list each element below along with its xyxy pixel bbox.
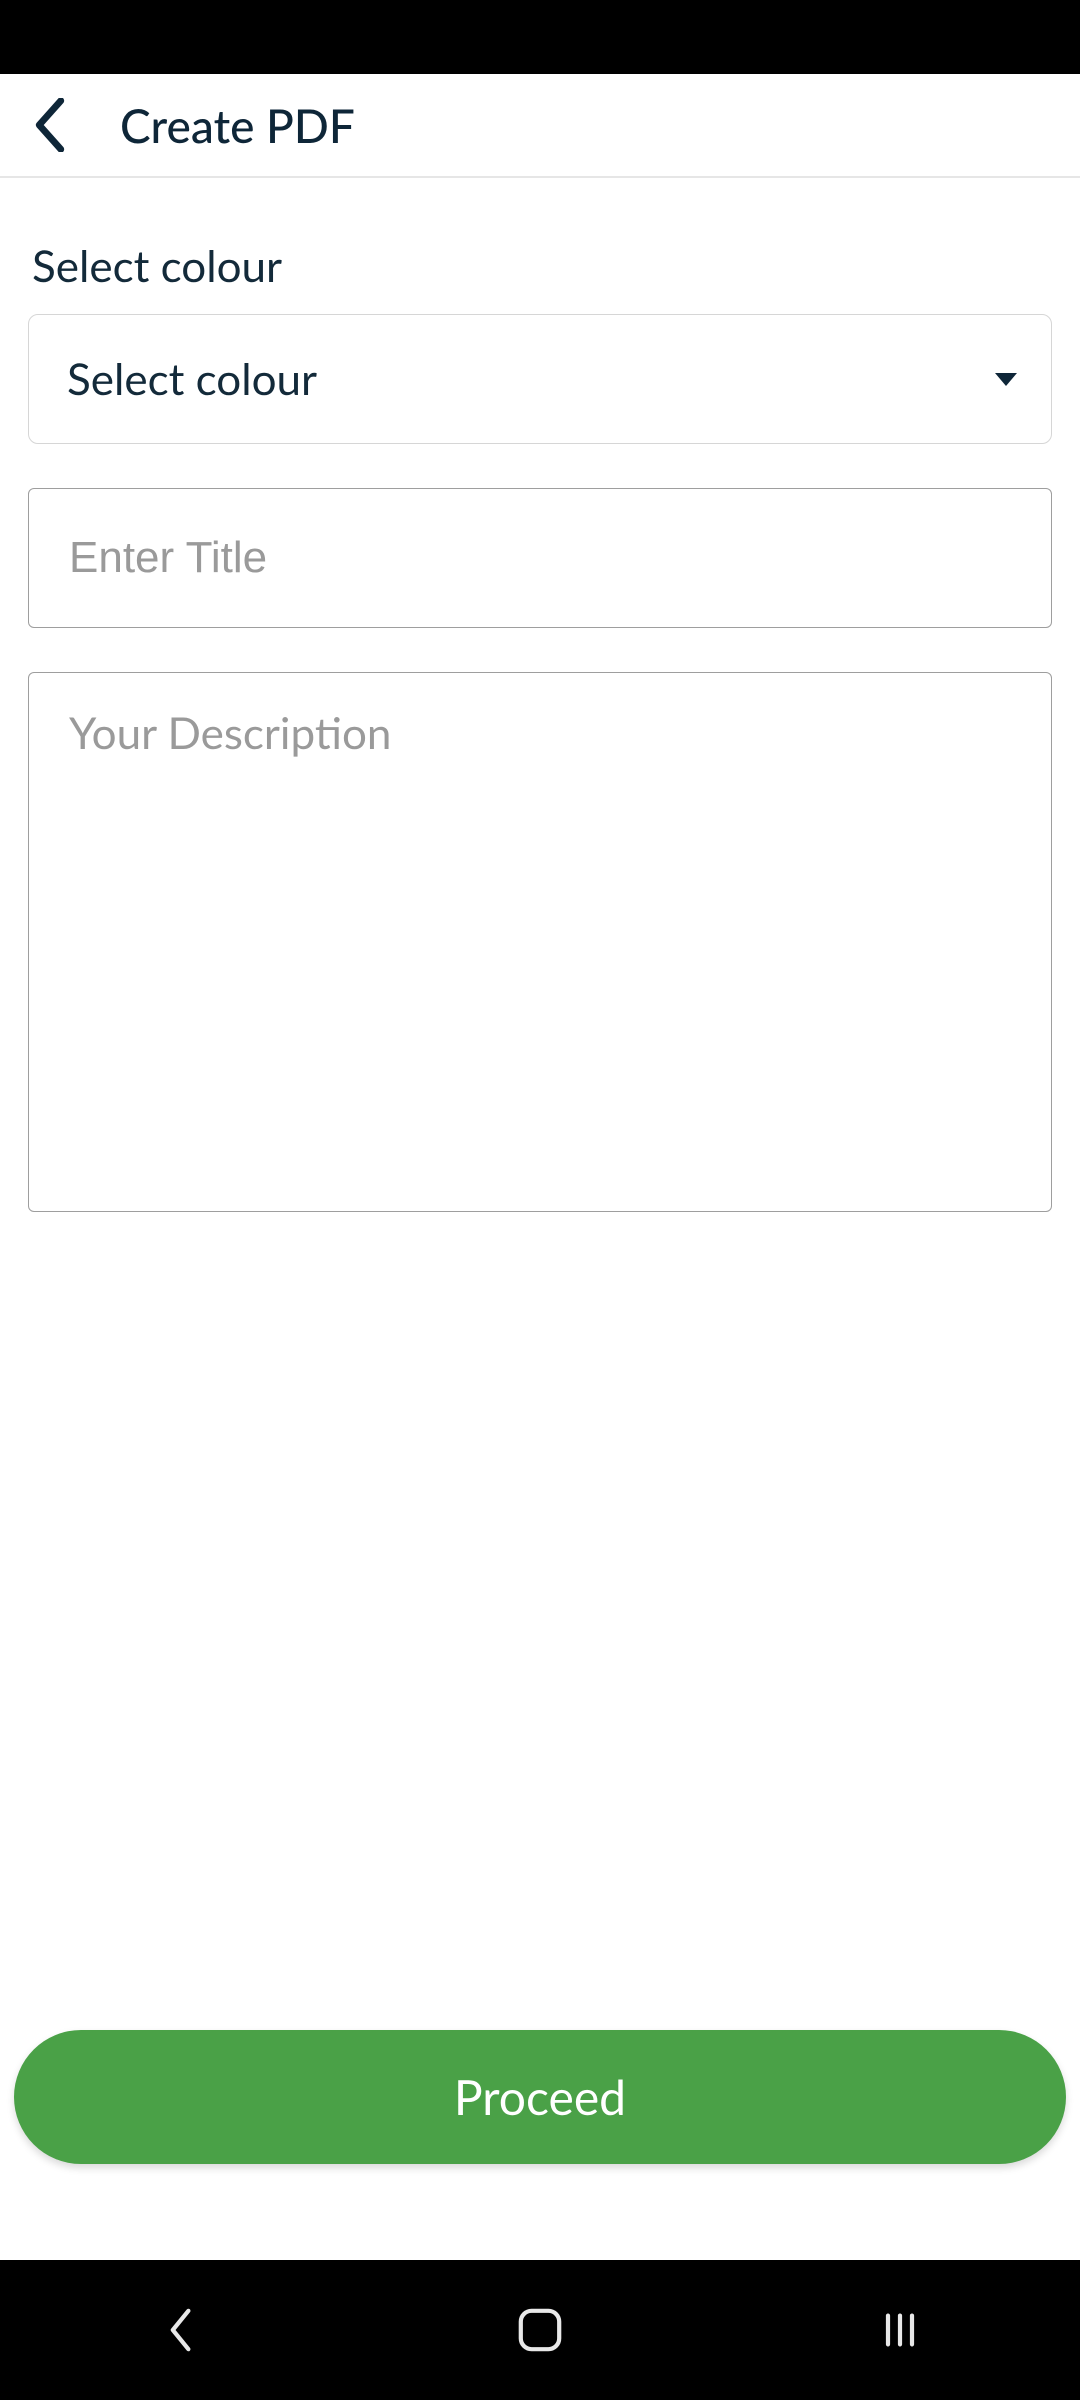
title-input[interactable]: [28, 488, 1052, 628]
bars-icon: [876, 2306, 924, 2354]
colour-select-value: Select colour: [67, 353, 317, 405]
form-content: Select colour Select colour: [0, 178, 1080, 1216]
colour-label: Select colour: [32, 240, 1052, 292]
app-header: Create PDF: [0, 74, 1080, 178]
page-title: Create PDF: [120, 98, 355, 153]
nav-recents-button[interactable]: [865, 2295, 935, 2365]
back-button[interactable]: [20, 95, 80, 155]
chevron-left-icon: [165, 2306, 195, 2354]
nav-back-button[interactable]: [145, 2295, 215, 2365]
proceed-button-label: Proceed: [454, 2069, 626, 2126]
colour-select[interactable]: Select colour: [28, 314, 1052, 444]
system-nav-bar: [0, 2260, 1080, 2400]
square-icon: [516, 2306, 564, 2354]
chevron-left-icon: [33, 98, 67, 152]
caret-down-icon: [995, 373, 1017, 386]
nav-home-button[interactable]: [505, 2295, 575, 2365]
description-textarea[interactable]: [28, 672, 1052, 1212]
proceed-button[interactable]: Proceed: [14, 2030, 1066, 2164]
status-bar: [0, 0, 1080, 74]
